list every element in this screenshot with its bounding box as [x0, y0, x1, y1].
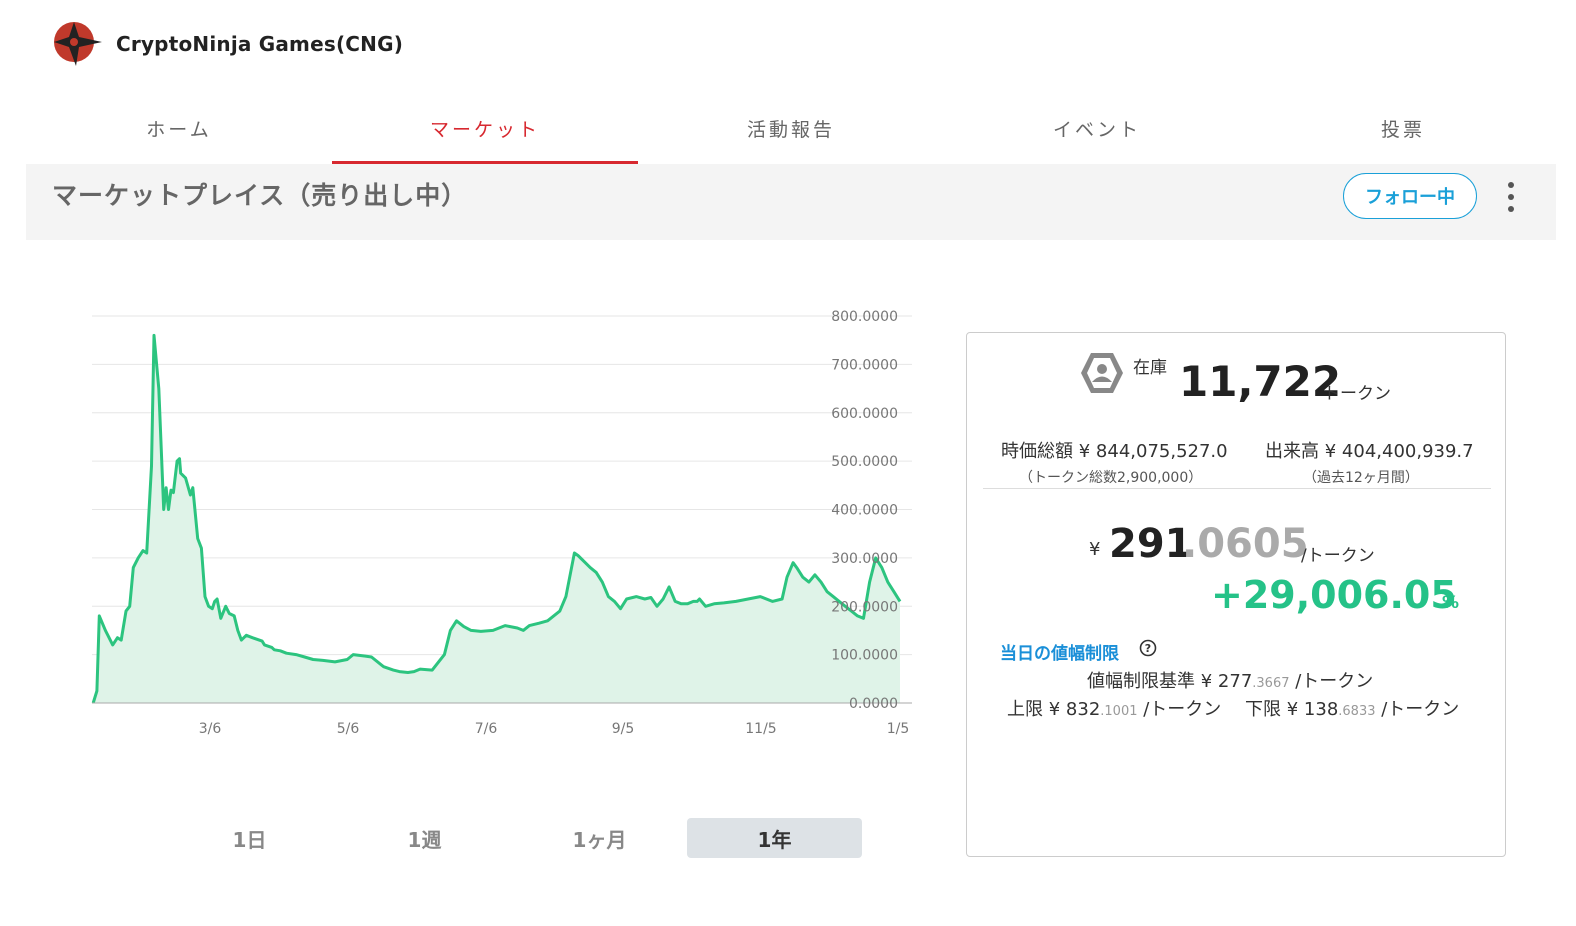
y-tick-label: 500.0000	[831, 454, 898, 470]
divider	[983, 488, 1491, 489]
limit-base-dec: .3667	[1252, 676, 1290, 691]
limit-lower-int: 138	[1303, 699, 1339, 720]
price-limit-title[interactable]: 当日の値幅制限	[1000, 639, 1119, 664]
price-integer: 291	[1109, 521, 1193, 567]
x-tick-label: 9/5	[612, 721, 635, 737]
user-hexagon-icon	[1081, 353, 1123, 393]
app-header: CryptoNinja Games(CNG)	[52, 20, 403, 68]
limit-upper-dec: .1001	[1100, 704, 1138, 719]
limit-base-yen: ¥	[1200, 671, 1213, 692]
price-currency: ¥	[1089, 539, 1101, 560]
main-tabs: ホーム マーケット 活動報告 イベント 投票	[26, 92, 1556, 164]
x-tick-label: 11/5	[745, 721, 776, 737]
stock-unit: トークン	[1323, 384, 1391, 404]
tab-voting[interactable]: 投票	[1250, 92, 1556, 164]
tab-activity-report[interactable]: 活動報告	[638, 92, 944, 164]
svg-text:?: ?	[1145, 642, 1151, 655]
volume-value: ¥ 404,400,939.7	[1324, 441, 1474, 462]
limit-lower-label: 下限	[1245, 699, 1281, 720]
tab-home[interactable]: ホーム	[26, 92, 332, 164]
x-tick-label: 3/6	[199, 721, 222, 737]
x-axis: 3/6 5/6 7/6 9/5 11/5 1/5	[199, 721, 910, 737]
x-tick-label: 5/6	[337, 721, 360, 737]
x-tick-label: 1/5	[887, 721, 910, 737]
limit-upper-yen: ¥	[1048, 699, 1061, 720]
limit-upper-int: 832	[1065, 699, 1101, 720]
range-1-month[interactable]: 1ヶ月	[512, 818, 687, 858]
limit-upper-unit: /トークン	[1143, 699, 1222, 720]
range-selector: 1日 1週 1ヶ月 1年	[162, 818, 862, 858]
price-chart: 0.0000 100.0000 200.0000 300.0000 400.0000 50…	[91, 309, 912, 737]
tab-events[interactable]: イベント	[944, 92, 1250, 164]
stock-value: 11,722	[1179, 357, 1342, 406]
stock-label: 在庫	[1133, 358, 1167, 378]
brand-name[interactable]: CryptoNinja Games(CNG)	[116, 32, 403, 56]
section-title: マーケットプレイス（売り出し中）	[52, 181, 468, 210]
limit-base-label: 値幅制限基準	[1087, 671, 1195, 692]
range-1-year[interactable]: 1年	[687, 818, 862, 858]
y-tick-label: 200.0000	[831, 599, 898, 615]
y-tick-label: 400.0000	[831, 503, 898, 519]
y-axis: 0.0000 100.0000 200.0000 300.0000 400.0000 50…	[831, 309, 898, 712]
volume-label: 出来高	[1265, 441, 1319, 462]
price-area	[93, 335, 900, 703]
limit-lower-yen: ¥	[1286, 699, 1299, 720]
follow-button[interactable]: フォロー中	[1343, 173, 1477, 219]
tab-market[interactable]: マーケット	[332, 92, 638, 164]
market-cap-note: （トークン総数2,900,000）	[1019, 470, 1203, 486]
range-1-week[interactable]: 1週	[337, 818, 512, 858]
limit-upper: 上限 ¥ 832.1001 /トークン	[1007, 695, 1221, 721]
volume-note: （過去12ヶ月間）	[1303, 470, 1419, 486]
x-tick-label: 7/6	[475, 721, 498, 737]
limit-lower-unit: /トークン	[1381, 699, 1460, 720]
ninja-star-logo-icon[interactable]	[52, 20, 104, 68]
market-cap-value: ¥ 844,075,527.0	[1078, 441, 1228, 462]
limit-base-unit: /トークン	[1295, 671, 1374, 692]
range-1-day[interactable]: 1日	[162, 818, 337, 858]
market-cap-label: 時価総額	[1001, 441, 1073, 462]
price-decimal: .0605	[1182, 521, 1309, 567]
y-tick-label: 800.0000	[831, 309, 898, 325]
kebab-icon[interactable]	[1500, 180, 1522, 214]
token-stats-panel: 在庫 11,722 トークン 時価総額 ¥ 844,075,527.0 （トーク…	[966, 332, 1506, 857]
y-tick-label: 700.0000	[831, 357, 898, 373]
trading-volume: 出来高 ¥ 404,400,939.7	[1265, 437, 1474, 463]
limit-base: 値幅制限基準 ¥ 277.3667 /トークン	[1087, 667, 1373, 693]
help-icon[interactable]: ?	[1139, 639, 1157, 657]
price-change: +29,006.05	[1211, 573, 1457, 617]
market-cap: 時価総額 ¥ 844,075,527.0	[1001, 437, 1228, 463]
y-tick-label: 300.0000	[831, 551, 898, 567]
limit-lower: 下限 ¥ 138.6833 /トークン	[1245, 695, 1459, 721]
y-tick-label: 100.0000	[831, 648, 898, 664]
y-tick-label: 600.0000	[831, 406, 898, 422]
section-header: マーケットプレイス（売り出し中） フォロー中	[26, 164, 1556, 240]
price-unit: /トークン	[1301, 546, 1375, 566]
price-change-unit: %	[1442, 593, 1460, 613]
limit-upper-label: 上限	[1007, 699, 1043, 720]
limit-base-int: 277	[1217, 671, 1253, 692]
limit-lower-dec: .6833	[1338, 704, 1376, 719]
y-tick-label: 0.0000	[849, 696, 898, 712]
